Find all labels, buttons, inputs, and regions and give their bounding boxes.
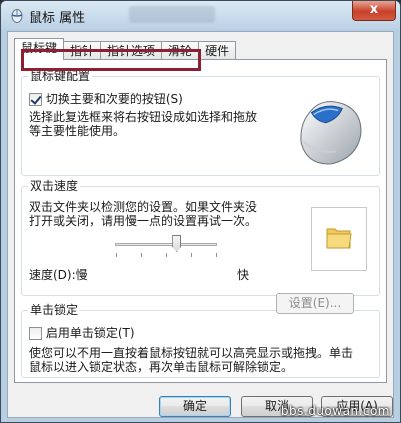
highlight-annotation-box: [21, 49, 201, 71]
speed-slow-label: 速度(D):慢: [29, 268, 88, 282]
click-lock-label: 启用单击锁定(T): [45, 326, 135, 340]
speed-fast-label: 快: [237, 268, 250, 282]
click-lock-row[interactable]: 启用单击锁定(T): [29, 324, 135, 341]
switch-buttons-row[interactable]: 切换主要和次要的按钮(S): [29, 90, 183, 107]
click-lock-title: 单击锁定: [28, 303, 81, 317]
window-title: 鼠标 属性: [29, 11, 86, 26]
button-config-description: 选择此复选框来将右按钮设成如选择和拖放 等主要性能使用。: [29, 110, 279, 138]
click-lock-checkbox[interactable]: [29, 327, 42, 340]
click-lock-desc-line1: 使您可以不用一直按着鼠标按钮就可以高亮显示或拖拽。单击: [29, 346, 354, 360]
double-click-description: 双击文件夹以检测您的设置。如果文件夹没 打开或关闭，请用慢一点的设置再试一次。: [29, 200, 319, 228]
slider-tick: [216, 253, 217, 257]
double-click-speed-slider[interactable]: [115, 243, 217, 246]
click-lock-settings-button[interactable]: 设置(E)...: [276, 293, 354, 314]
close-icon: x: [369, 2, 379, 17]
button-config-desc-line1: 选择此复选框来将右按钮设成如选择和拖放: [29, 110, 258, 124]
button-config-title: 鼠标键配置: [28, 69, 93, 83]
ok-button[interactable]: 确定: [159, 396, 231, 417]
slider-tick: [191, 253, 192, 257]
click-lock-description: 使您可以不用一直按着鼠标按钮就可以高亮显示或拖拽。单击 鼠标以进入锁定状态，再次…: [29, 346, 379, 374]
double-click-desc-line1: 双击文件夹以检测您的设置。如果文件夹没: [29, 200, 258, 214]
mouse-properties-window: 鼠标 属性 x 鼠标键 指针 指针选项 滑轮 硬件 鼠标键配置 切换主要和次要的…: [0, 0, 401, 423]
blurred-title-overlay: [129, 6, 215, 23]
switch-buttons-label: 切换主要和次要的按钮(S): [45, 92, 183, 106]
double-click-title: 双击速度: [28, 179, 81, 193]
slider-tick: [141, 253, 142, 257]
slider-tick: [116, 253, 117, 257]
mouse-image: [300, 101, 362, 165]
tab-hardware[interactable]: 硬件: [199, 41, 237, 60]
close-button[interactable]: x: [352, 1, 396, 21]
mouse-app-icon: [11, 9, 23, 23]
switch-buttons-checkbox[interactable]: [29, 93, 42, 106]
title-bar[interactable]: 鼠标 属性 x: [1, 1, 400, 29]
watermark-text: bbs.duowan.com: [280, 404, 390, 418]
double-click-desc-line2: 打开或关闭，请用慢一点的设置再试一次。: [29, 214, 258, 228]
test-folder-area[interactable]: [311, 207, 367, 271]
folder-icon[interactable]: [324, 222, 354, 252]
click-lock-desc-line2: 鼠标以进入锁定状态，再次单击鼠标可解除锁定。: [29, 360, 294, 374]
button-config-desc-line2: 等主要性能使用。: [29, 124, 126, 138]
slider-tick: [166, 253, 167, 257]
